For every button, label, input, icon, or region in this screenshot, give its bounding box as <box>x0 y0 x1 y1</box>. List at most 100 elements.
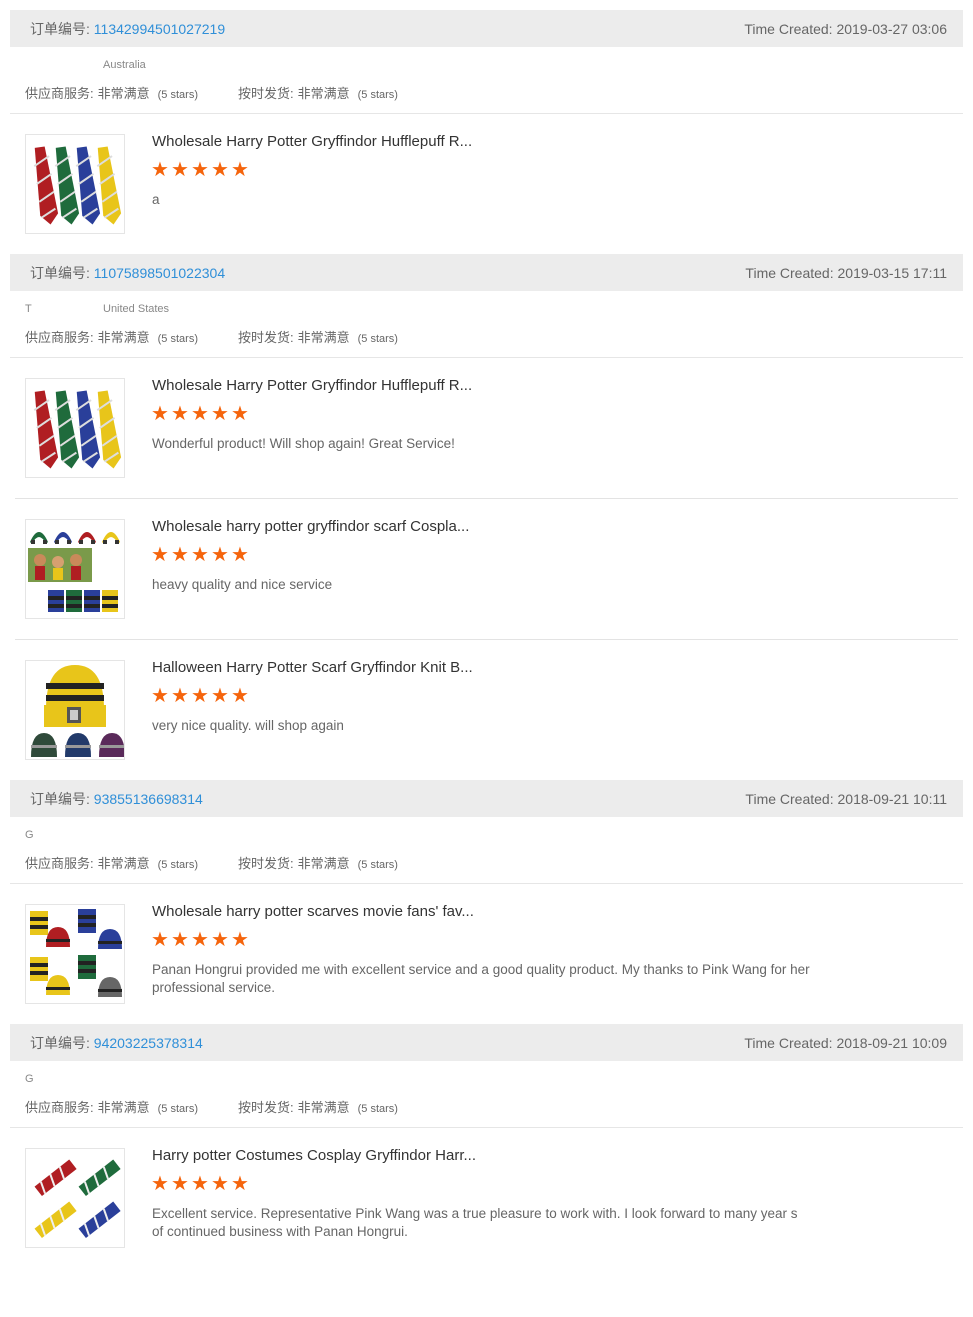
product-title-link[interactable]: Harry potter Costumes Cosplay Gryffindor… <box>152 1147 476 1164</box>
on-time-shipping-label: 按时发货: <box>237 856 294 871</box>
product-title-link[interactable]: Wholesale Harry Potter Gryffindor Huffle… <box>152 377 472 394</box>
ties-diagonal-icon[interactable] <box>25 1148 125 1248</box>
supplier-service-label: 供应商服务: <box>25 86 94 101</box>
order-ratings: 供应商服务: 非常满意 (5 stars) 按时发货: 非常满意 (5 star… <box>25 853 948 872</box>
review-text: Wonderful product! Will shop again! Grea… <box>152 436 455 451</box>
product-title-link[interactable]: Wholesale harry potter scarves movie fan… <box>152 903 474 920</box>
order-header: 订单编号: 11075898501022304 Time Created: 20… <box>10 254 963 291</box>
time-created-label: Time Created: <box>745 790 834 807</box>
buyer-block: T United States 供应商服务: 非常满意 (5 stars) 按时… <box>10 291 963 358</box>
order-header: 订单编号: 93855136698314 Time Created: 2018-… <box>10 780 963 817</box>
on-time-shipping-value: 非常满意 <box>297 1100 350 1115</box>
rating-star-icon: ★ <box>191 544 209 566</box>
on-time-shipping-value: 非常满意 <box>297 86 350 101</box>
review-text: very nice quality. will shop again <box>152 718 344 733</box>
supplier-service-label: 供应商服务: <box>25 1100 94 1115</box>
buyer-info: T United States <box>25 303 948 319</box>
review-text: heavy quality and nice service <box>152 577 333 592</box>
product-title-link[interactable]: Wholesale harry potter gryffindor scarf … <box>152 518 469 535</box>
buyer-block: G 供应商服务: 非常满意 (5 stars) 按时发货: 非常满意 (5 st… <box>10 817 963 884</box>
buyer-country: United States <box>103 303 170 315</box>
ties-icon[interactable] <box>25 134 125 234</box>
review-text: Panan Hongrui provided me with excellent… <box>152 962 810 995</box>
rating-star-icon: ★ <box>231 929 249 951</box>
on-time-shipping-label: 按时发货: <box>237 330 294 345</box>
buyer-country: Australia <box>103 59 146 71</box>
review-item: Wholesale harry potter scarves movie fan… <box>15 884 958 1024</box>
product-title-link[interactable]: Halloween Harry Potter Scarf Gryffindor … <box>152 659 473 676</box>
review-item: Halloween Harry Potter Scarf Gryffindor … <box>15 640 958 780</box>
rating-star-icon: ★ <box>171 159 189 181</box>
order-number-block: 订单编号: 94203225378314 <box>10 1033 203 1053</box>
buyer-name <box>25 59 103 75</box>
order-header: 订单编号: 11342994501027219 Time Created: 20… <box>10 10 963 47</box>
time-created-value: 2018-09-21 10:11 <box>837 790 948 807</box>
product-rating-stars: ★ ★ ★ ★ ★ <box>151 1173 251 1195</box>
product-rating-stars: ★ ★ ★ ★ ★ <box>151 159 251 181</box>
rating-star-icon: ★ <box>151 1173 169 1195</box>
on-time-shipping-stars: (5 stars) <box>357 89 398 101</box>
buyer-info: Australia <box>25 59 948 75</box>
order-card: 订单编号: 94203225378314 Time Created: 2018-… <box>0 1024 973 1268</box>
on-time-shipping-label: 按时发货: <box>237 1100 294 1115</box>
order-number-link[interactable]: 11342994501027219 <box>94 21 225 37</box>
supplier-service-stars: (5 stars) <box>157 89 198 101</box>
rating-star-icon: ★ <box>151 544 169 566</box>
order-number-link[interactable]: 94203225378314 <box>94 1035 203 1051</box>
time-created-value: 2019-03-27 03:06 <box>836 20 947 37</box>
rating-star-icon: ★ <box>211 1173 229 1195</box>
rating-star-icon: ★ <box>171 403 189 425</box>
order-card: 订单编号: 11075898501022304 Time Created: 20… <box>0 254 973 780</box>
on-time-shipping-stars: (5 stars) <box>357 859 398 871</box>
buyer-name: T <box>25 303 32 315</box>
review-text: Excellent service. Representative Pink W… <box>152 1206 798 1239</box>
on-time-shipping-stars: (5 stars) <box>357 333 398 345</box>
order-ratings: 供应商服务: 非常满意 (5 stars) 按时发货: 非常满意 (5 star… <box>25 327 948 346</box>
review-feed: 订单编号: 11342994501027219 Time Created: 20… <box>0 0 973 1268</box>
supplier-service-value: 非常满意 <box>97 86 150 101</box>
order-ratings: 供应商服务: 非常满意 (5 stars) 按时发货: 非常满意 (5 star… <box>25 1097 948 1116</box>
supplier-service-label: 供应商服务: <box>25 330 94 345</box>
order-number-block: 订单编号: 11075898501022304 <box>10 263 225 283</box>
rating-star-icon: ★ <box>171 685 189 707</box>
time-created: Time Created: 2018-09-21 10:11 <box>745 791 963 807</box>
buyer-info: G <box>25 829 948 845</box>
product-rating-stars: ★ ★ ★ ★ ★ <box>151 929 251 951</box>
rating-star-icon: ★ <box>231 159 249 181</box>
order-ratings: 供应商服务: 非常满意 (5 stars) 按时发货: 非常满意 (5 star… <box>25 83 948 102</box>
time-created: Time Created: 2018-09-21 10:09 <box>744 1035 963 1051</box>
order-number-label: 订单编号: <box>30 790 90 807</box>
scarves-icon[interactable] <box>25 519 125 619</box>
product-title-link[interactable]: Wholesale Harry Potter Gryffindor Huffle… <box>152 133 472 150</box>
rating-star-icon: ★ <box>191 159 209 181</box>
supplier-service-value: 非常满意 <box>97 856 150 871</box>
order-number-label: 订单编号: <box>30 264 90 281</box>
rating-star-icon: ★ <box>171 929 189 951</box>
order-number-block: 订单编号: 93855136698314 <box>10 789 203 809</box>
time-created: Time Created: 2019-03-15 17:11 <box>745 265 963 281</box>
supplier-service-stars: (5 stars) <box>157 1103 198 1115</box>
on-time-shipping-value: 非常满意 <box>297 856 350 871</box>
buyer-name: G <box>25 1073 34 1085</box>
rating-star-icon: ★ <box>211 403 229 425</box>
rating-star-icon: ★ <box>151 685 169 707</box>
buyer-name: G <box>25 829 34 841</box>
beanie-icon[interactable] <box>25 660 125 760</box>
buyer-block: Australia 供应商服务: 非常满意 (5 stars) 按时发货: 非常… <box>10 47 963 114</box>
rating-star-icon: ★ <box>191 929 209 951</box>
order-number-link[interactable]: 93855136698314 <box>94 791 203 807</box>
supplier-service-value: 非常满意 <box>97 330 150 345</box>
rating-star-icon: ★ <box>211 544 229 566</box>
rating-star-icon: ★ <box>151 159 169 181</box>
rating-star-icon: ★ <box>231 685 249 707</box>
rating-star-icon: ★ <box>151 929 169 951</box>
time-created-label: Time Created: <box>744 20 833 37</box>
ties-icon[interactable] <box>25 378 125 478</box>
time-created: Time Created: 2019-03-27 03:06 <box>744 21 963 37</box>
hats-scarves-icon[interactable] <box>25 904 125 1004</box>
order-header: 订单编号: 94203225378314 Time Created: 2018-… <box>10 1024 963 1061</box>
rating-star-icon: ★ <box>171 1173 189 1195</box>
order-number-link[interactable]: 11075898501022304 <box>94 265 225 281</box>
time-created-label: Time Created: <box>745 264 834 281</box>
rating-star-icon: ★ <box>211 685 229 707</box>
